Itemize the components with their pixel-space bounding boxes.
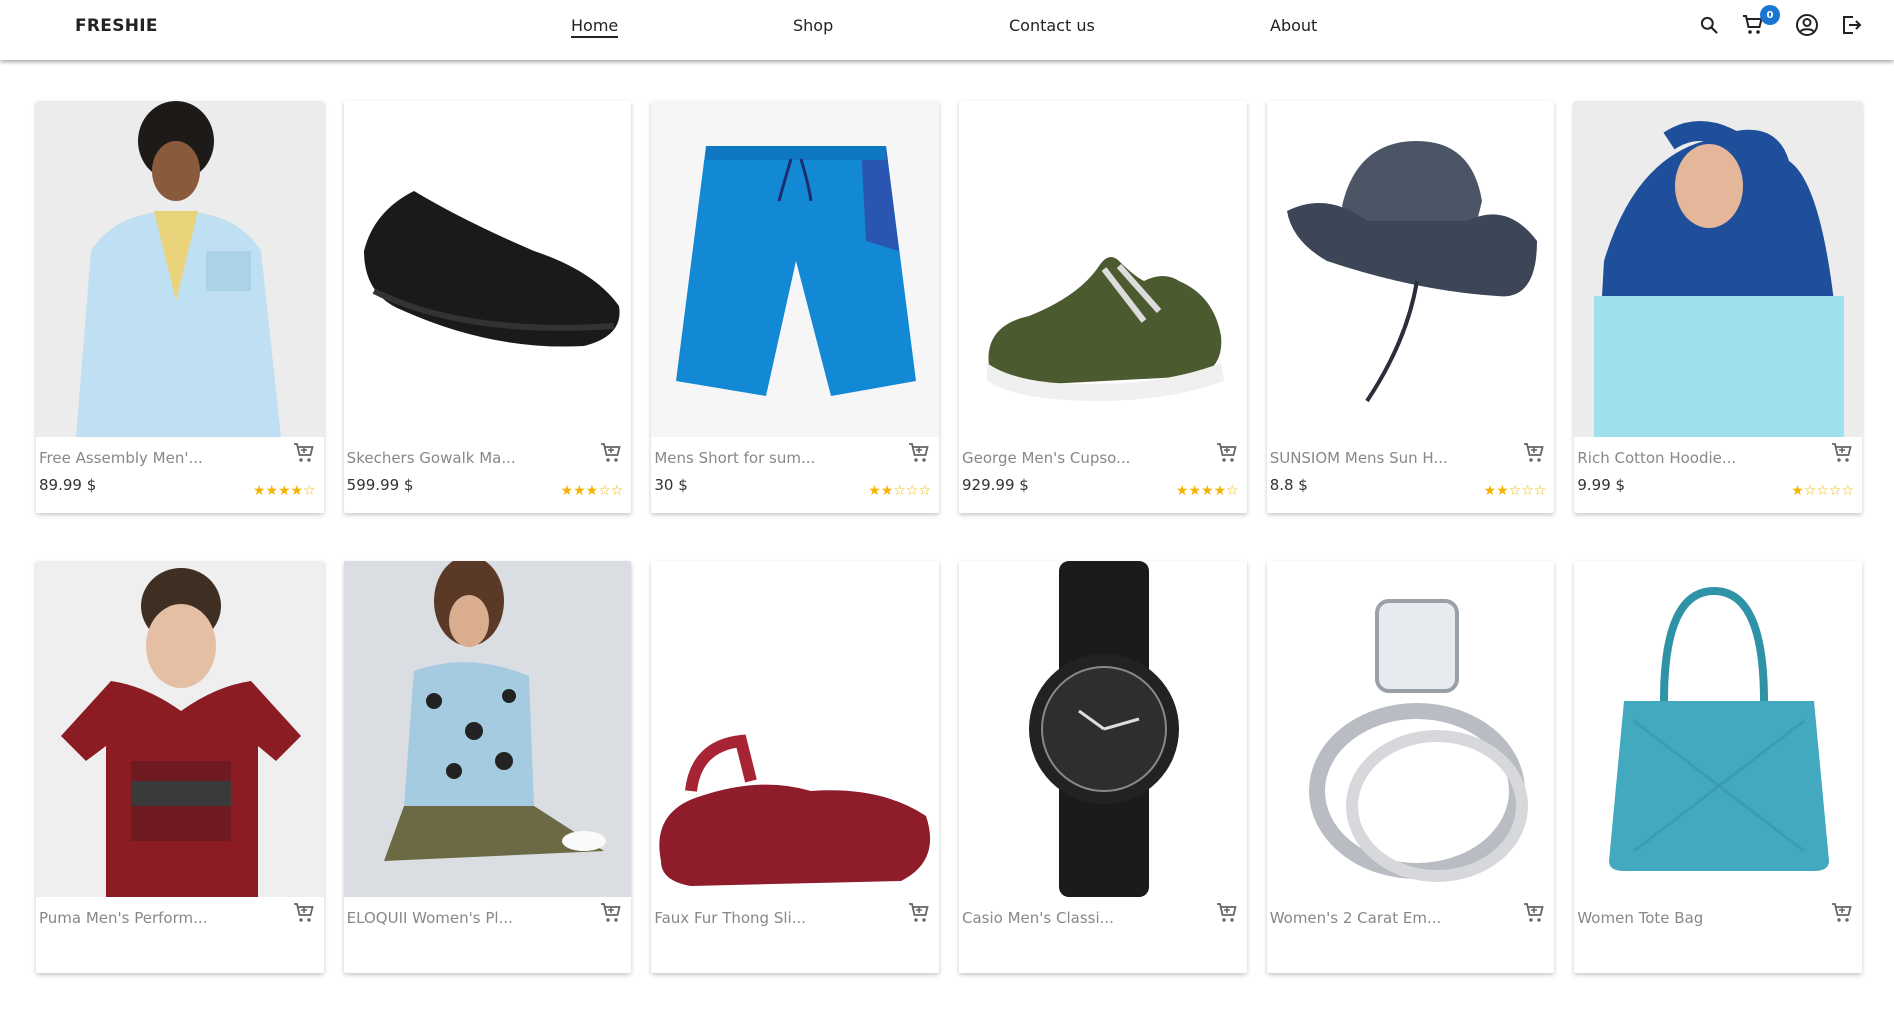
product-card[interactable]: Mens Short for sum... 30 $ ★★☆☆☆ (651, 101, 940, 513)
product-info: Women Tote Bag (1574, 897, 1862, 973)
product-image[interactable] (651, 561, 940, 897)
product-image[interactable] (343, 561, 632, 897)
rating-stars: ★★★☆☆ (560, 483, 624, 499)
product-title[interactable]: ELOQUII Women's Pl... (347, 909, 629, 927)
product-card[interactable]: Skechers Gowalk Ma... 599.99 $ ★★★☆☆ (343, 101, 632, 513)
product-image[interactable] (36, 561, 324, 897)
product-title[interactable]: Faux Fur Thong Sli... (654, 909, 936, 927)
cart-icon[interactable]: 0 (1740, 5, 1780, 38)
product-grid: Free Assembly Men'... 89.99 $ ★★★★☆ Skecher… (36, 101, 1863, 1021)
product-title[interactable]: Women's 2 Carat Em... (1270, 909, 1552, 927)
add-to-cart-icon[interactable] (292, 441, 316, 469)
add-to-cart-icon[interactable] (1830, 441, 1854, 469)
product-title[interactable]: Skechers Gowalk Ma... (347, 449, 629, 467)
rating-stars: ★☆☆☆☆ (1791, 483, 1855, 499)
product-card[interactable]: Faux Fur Thong Sli... (651, 561, 940, 973)
product-info: Women's 2 Carat Em... (1267, 897, 1555, 973)
nav-shop[interactable]: Shop (793, 16, 833, 35)
nav-contact[interactable]: Contact us (1009, 16, 1095, 35)
add-to-cart-icon[interactable] (1215, 901, 1239, 929)
product-row: Puma Men's Perform... ELOQUII Women's Pl.… (36, 561, 1863, 973)
product-info: Puma Men's Perform... (36, 897, 324, 973)
product-image[interactable] (36, 101, 324, 437)
product-card[interactable]: ELOQUII Women's Pl... (343, 561, 632, 973)
product-image[interactable] (1266, 101, 1555, 437)
add-to-cart-icon[interactable] (907, 901, 931, 929)
product-image[interactable] (959, 101, 1247, 437)
product-info: SUNSIOM Mens Sun H... 8.8 $ ★★☆☆☆ (1267, 437, 1555, 513)
product-info: Rich Cotton Hoodie... 9.99 $ ★☆☆☆☆ (1574, 437, 1862, 513)
cart-count-badge: 0 (1760, 5, 1780, 25)
add-to-cart-icon[interactable] (1830, 901, 1854, 929)
rating-stars: ★★☆☆☆ (868, 483, 932, 499)
product-info: Mens Short for sum... 30 $ ★★☆☆☆ (651, 437, 939, 513)
product-title[interactable]: Casio Men's Classi... (962, 909, 1244, 927)
product-card[interactable]: George Men's Cupso... 929.99 $ ★★★★☆ (959, 101, 1247, 513)
product-info: Skechers Gowalk Ma... 599.99 $ ★★★☆☆ (344, 437, 632, 513)
product-image[interactable] (959, 561, 1247, 897)
logout-icon[interactable] (1838, 12, 1864, 38)
product-row: Free Assembly Men'... 89.99 $ ★★★★☆ Skecher… (36, 101, 1863, 513)
add-to-cart-icon[interactable] (1215, 441, 1239, 469)
product-info: George Men's Cupso... 929.99 $ ★★★★☆ (959, 437, 1247, 513)
rating-stars: ★★★★☆ (1175, 483, 1239, 499)
product-title[interactable]: Free Assembly Men'... (39, 449, 321, 467)
product-info: Faux Fur Thong Sli... (651, 897, 939, 973)
product-card[interactable]: SUNSIOM Mens Sun H... 8.8 $ ★★☆☆☆ (1266, 101, 1555, 513)
product-image[interactable] (1574, 561, 1863, 897)
add-to-cart-icon[interactable] (599, 901, 623, 929)
product-image[interactable] (1266, 561, 1555, 897)
add-to-cart-icon[interactable] (1522, 441, 1546, 469)
product-card[interactable]: Casio Men's Classi... (959, 561, 1247, 973)
nav-home[interactable]: Home (571, 16, 619, 38)
product-card[interactable]: Women Tote Bag (1574, 561, 1863, 973)
product-card[interactable]: Rich Cotton Hoodie... 9.99 $ ★☆☆☆☆ (1574, 101, 1863, 513)
add-to-cart-icon[interactable] (1522, 901, 1546, 929)
top-navbar: FRESHIE Home Shop Contact us About 0 (0, 0, 1894, 60)
add-to-cart-icon[interactable] (292, 901, 316, 929)
product-title[interactable]: George Men's Cupso... (962, 449, 1244, 467)
add-to-cart-icon[interactable] (599, 441, 623, 469)
rating-stars: ★★☆☆☆ (1483, 483, 1547, 499)
brand-logo[interactable]: FRESHIE (75, 16, 158, 36)
product-image[interactable] (1574, 101, 1863, 437)
product-image[interactable] (343, 101, 632, 437)
product-info: Casio Men's Classi... (959, 897, 1247, 973)
product-image[interactable] (651, 101, 940, 437)
account-icon[interactable] (1794, 12, 1820, 38)
product-card[interactable]: Free Assembly Men'... 89.99 $ ★★★★☆ (36, 101, 324, 513)
rating-stars: ★★★★☆ (252, 483, 316, 499)
product-info: Free Assembly Men'... 89.99 $ ★★★★☆ (36, 437, 324, 513)
product-title[interactable]: Women Tote Bag (1577, 909, 1859, 927)
product-info: ELOQUII Women's Pl... (344, 897, 632, 973)
search-icon[interactable] (1696, 12, 1722, 38)
product-title[interactable]: Rich Cotton Hoodie... (1577, 449, 1859, 467)
product-card[interactable]: Puma Men's Perform... (36, 561, 324, 973)
nav-about[interactable]: About (1270, 16, 1317, 35)
product-title[interactable]: Mens Short for sum... (654, 449, 936, 467)
product-card[interactable]: Women's 2 Carat Em... (1266, 561, 1555, 973)
product-title[interactable]: Puma Men's Perform... (39, 909, 321, 927)
add-to-cart-icon[interactable] (907, 441, 931, 469)
product-title[interactable]: SUNSIOM Mens Sun H... (1270, 449, 1552, 467)
